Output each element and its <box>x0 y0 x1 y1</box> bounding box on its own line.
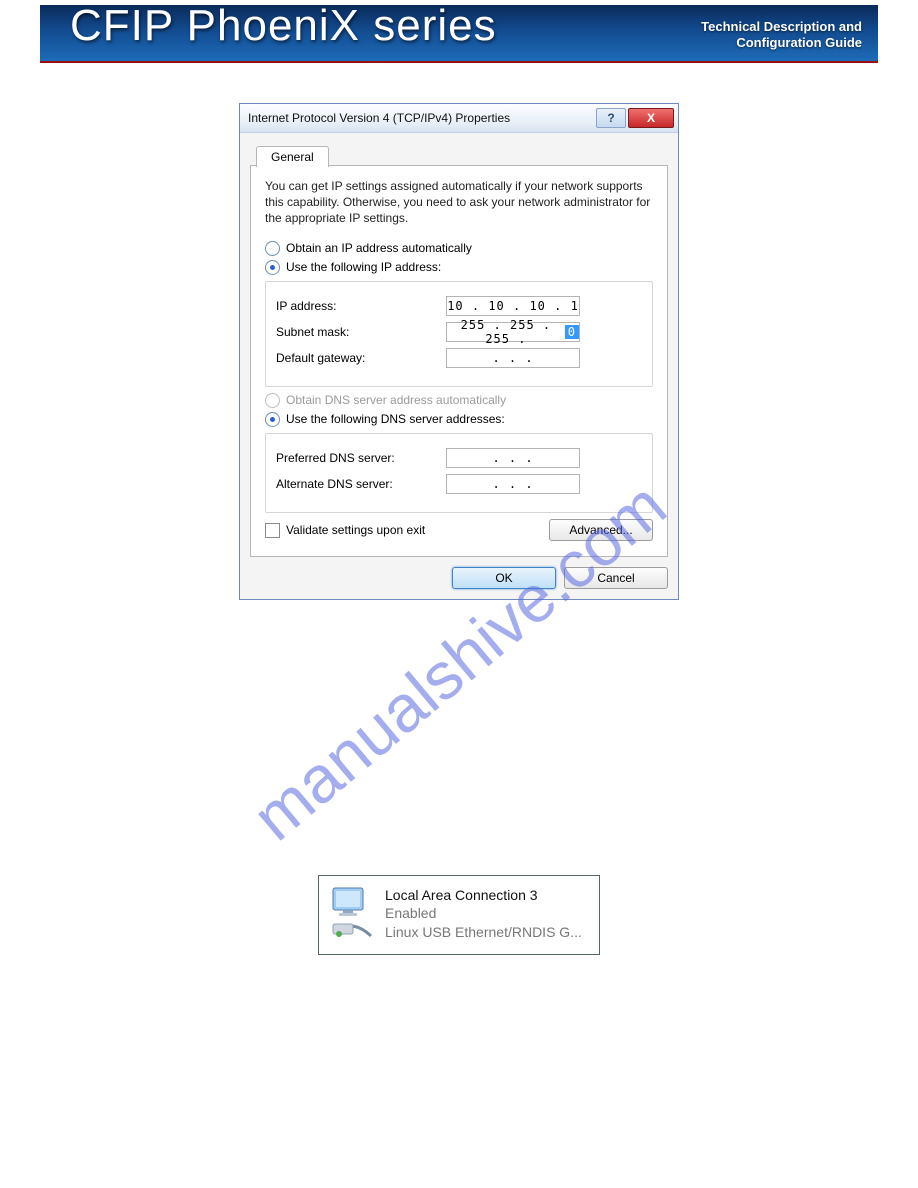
banner-subtitle-line2: Configuration Guide <box>701 35 862 51</box>
page-header-banner: CFIP PhoeniX series Technical Descriptio… <box>40 5 878 63</box>
network-connection-text: Local Area Connection 3 Enabled Linux US… <box>385 886 582 943</box>
banner-title: CFIP PhoeniX series <box>70 5 497 51</box>
banner-subtitle: Technical Description and Configuration … <box>701 19 862 50</box>
connection-name: Local Area Connection 3 <box>385 886 582 905</box>
checkbox-icon <box>265 523 280 538</box>
dns-fields-group: Preferred DNS server: . . . Alternate DN… <box>265 433 653 513</box>
radio-icon <box>265 412 280 427</box>
help-button[interactable]: ? <box>596 108 626 128</box>
connection-status: Enabled <box>385 904 582 923</box>
cancel-button[interactable]: Cancel <box>564 567 668 589</box>
description-text: You can get IP settings assigned automat… <box>265 178 653 227</box>
ok-button[interactable]: OK <box>452 567 556 589</box>
preferred-dns-input[interactable]: . . . <box>446 448 580 468</box>
connection-device: Linux USB Ethernet/RNDIS G... <box>385 923 582 942</box>
checkbox-label: Validate settings upon exit <box>286 523 425 537</box>
ip-address-input[interactable]: 10 . 10 . 10 . 1 <box>446 296 580 316</box>
alternate-dns-input[interactable]: . . . <box>446 474 580 494</box>
radio-label: Use the following DNS server addresses: <box>286 412 505 426</box>
tab-page-general: You can get IP settings assigned automat… <box>250 165 668 557</box>
dialog-titlebar: Internet Protocol Version 4 (TCP/IPv4) P… <box>240 104 678 133</box>
validate-on-exit-checkbox[interactable]: Validate settings upon exit <box>265 523 425 538</box>
banner-subtitle-line1: Technical Description and <box>701 19 862 35</box>
subnet-mask-label: Subnet mask: <box>276 325 446 339</box>
radio-label: Obtain an IP address automatically <box>286 241 472 255</box>
radio-label: Use the following IP address: <box>286 260 441 274</box>
close-icon: X <box>647 111 655 125</box>
alternate-dns-label: Alternate DNS server: <box>276 477 446 491</box>
network-connection-item[interactable]: Local Area Connection 3 Enabled Linux US… <box>318 875 600 955</box>
radio-icon <box>265 393 280 408</box>
network-adapter-icon <box>329 886 375 944</box>
help-icon: ? <box>607 111 614 125</box>
radio-use-static-dns[interactable]: Use the following DNS server addresses: <box>265 412 653 427</box>
tcpip-properties-dialog: Internet Protocol Version 4 (TCP/IPv4) P… <box>239 103 679 600</box>
advanced-button[interactable]: Advanced... <box>549 519 653 541</box>
radio-obtain-dns-auto: Obtain DNS server address automatically <box>265 393 653 408</box>
radio-icon <box>265 241 280 256</box>
radio-label: Obtain DNS server address automatically <box>286 393 506 407</box>
radio-obtain-ip-auto[interactable]: Obtain an IP address automatically <box>265 241 653 256</box>
default-gateway-input[interactable]: . . . <box>446 348 580 368</box>
tab-general[interactable]: General <box>256 146 329 167</box>
radio-icon <box>265 260 280 275</box>
dialog-title: Internet Protocol Version 4 (TCP/IPv4) P… <box>248 111 510 125</box>
preferred-dns-label: Preferred DNS server: <box>276 451 446 465</box>
radio-use-static-ip[interactable]: Use the following IP address: <box>265 260 653 275</box>
default-gateway-label: Default gateway: <box>276 351 446 365</box>
close-button[interactable]: X <box>628 108 674 128</box>
subnet-mask-input[interactable]: 255 . 255 . 255 . 0 <box>446 322 580 342</box>
ip-fields-group: IP address: 10 . 10 . 10 . 1 Subnet mask… <box>265 281 653 387</box>
ip-address-label: IP address: <box>276 299 446 313</box>
